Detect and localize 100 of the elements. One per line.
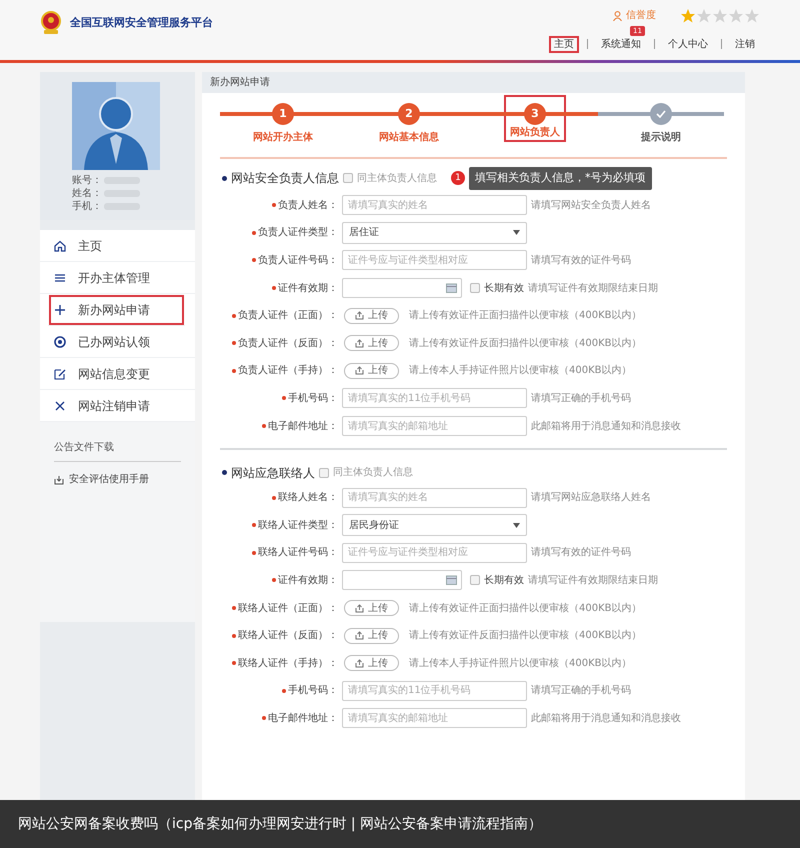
field-label: 手机号码：	[288, 684, 338, 698]
hint-text: 请填写证件有效期限结束日期	[528, 282, 658, 296]
input-field[interactable]: 请填写真实的邮箱地址	[342, 708, 527, 728]
bullet-icon	[222, 176, 227, 181]
input-field[interactable]: 请填写真实的姓名	[342, 488, 527, 508]
input-field[interactable]: 请填写真实的姓名	[342, 195, 527, 216]
input-field[interactable]: 证件号应与证件类型相对应	[342, 542, 527, 563]
field-label: 负责人证件（正面）：	[238, 308, 338, 324]
hint-text: 请填写网站安全负责人姓名	[531, 198, 651, 213]
step-circle: 3	[524, 103, 546, 125]
nav-link[interactable]: 主页	[549, 36, 579, 52]
download-icon	[54, 474, 64, 484]
upload-button[interactable]: 上传	[344, 628, 399, 644]
checkbox-label: 长期有效	[484, 282, 524, 296]
nav-link[interactable]: 注销	[730, 36, 760, 52]
section-title: 网站安全负责人信息	[231, 170, 339, 188]
calendar-icon	[446, 575, 457, 586]
field-label: 手机号码：	[288, 392, 338, 406]
calendar-icon	[446, 283, 457, 294]
input-field[interactable]: 请填写真实的11位手机号码	[342, 388, 527, 408]
upload-button[interactable]: 上传	[344, 308, 399, 324]
field-label: 账号：	[72, 174, 102, 187]
caption-banner: 网站公安网备案收费吗（icp备案如何办理网安进行时 | 网站公安备案申请流程指南）	[0, 800, 800, 848]
upload-icon	[355, 658, 364, 668]
nav-link[interactable]: 系统通知	[596, 36, 646, 52]
plus-icon	[54, 304, 66, 316]
checkbox[interactable]	[470, 283, 480, 294]
field-label: 电子邮件地址：	[268, 712, 338, 726]
step-circle: 2	[398, 103, 420, 125]
upload-button[interactable]: 上传	[344, 600, 399, 616]
checkbox-label: 同主体负责人信息	[333, 466, 413, 480]
field-label: 联络人证件号码：	[258, 546, 338, 560]
checkbox-label: 长期有效	[484, 574, 524, 588]
date-field[interactable]	[342, 278, 462, 298]
hint-text: 请上传本人手持证件照片以便审核（400KB以内）	[409, 656, 632, 671]
upload-icon	[355, 604, 364, 613]
credit-label: 信誉度	[626, 8, 656, 23]
hint-text: 请填写正确的手机号码	[531, 684, 631, 698]
upload-button[interactable]: 上传	[344, 362, 399, 379]
star-icon	[728, 8, 744, 23]
check-icon	[656, 110, 666, 118]
input-field[interactable]: 请填写真实的邮箱地址	[342, 416, 527, 436]
field-label: 手机：	[72, 200, 102, 213]
sidebar-item[interactable]: 新办网站申请	[48, 294, 185, 326]
step-circle: 1	[272, 103, 294, 125]
date-field[interactable]	[342, 570, 462, 590]
hint-text: 请上传本人手持证件照片以便审核（400KB以内）	[409, 364, 632, 378]
hint-text: 请上传有效证件正面扫描件以便审核（400KB以内）	[409, 308, 642, 324]
section-heading: 公告文件下载	[54, 440, 181, 462]
step-number-badge: 1	[451, 171, 465, 186]
upload-icon	[355, 631, 364, 640]
field-label: 联络人证件（反面）：	[238, 629, 338, 644]
checkbox-label: 同主体负责人信息	[357, 172, 437, 186]
site-title: 全国互联网安全管理服务平台	[70, 14, 213, 31]
download-link[interactable]: 安全评估使用手册	[69, 472, 149, 487]
home-icon	[54, 240, 66, 252]
hint-text: 此邮箱将用于消息通知和消息接收	[531, 420, 681, 434]
star-icon	[744, 8, 760, 23]
field-label: 负责人证件（手持）：	[238, 364, 338, 378]
input-field[interactable]: 请填写真实的11位手机号码	[342, 680, 527, 701]
hint-text: 此邮箱将用于消息通知和消息接收	[531, 712, 681, 726]
field-label: 联络人姓名：	[278, 491, 338, 506]
bullet-icon	[222, 470, 227, 476]
field-label: 姓名：	[72, 187, 102, 200]
field-label: 负责人证件（反面）：	[238, 336, 338, 351]
step-label: 网站开办主体	[252, 130, 314, 145]
edit-icon	[54, 368, 66, 380]
emblem-icon	[40, 11, 62, 35]
hint-text: 请填写网站应急联络人姓名	[531, 490, 651, 506]
step-label: 提示说明	[640, 130, 682, 145]
hint-text: 请填写有效的证件号码	[531, 546, 631, 560]
star-icon	[712, 8, 728, 23]
hint-text: 请填写正确的手机号码	[531, 392, 631, 406]
input-field[interactable]: 证件号应与证件类型相对应	[342, 250, 527, 270]
checkbox[interactable]	[319, 468, 329, 478]
star-icon	[696, 8, 712, 23]
field-label: 负责人证件号码：	[258, 254, 338, 268]
select-field[interactable]: 居住证	[342, 222, 527, 244]
hint-text: 请上传有效证件反面扫描件以便审核（400KB以内）	[409, 628, 642, 644]
upload-button[interactable]: 上传	[344, 655, 399, 672]
upload-icon	[355, 366, 364, 376]
select-value: 居民身份证	[349, 518, 399, 533]
step-label: 网站基本信息	[378, 130, 440, 145]
caret-icon	[513, 230, 520, 236]
hint-text: 请上传有效证件反面扫描件以便审核（400KB以内）	[409, 336, 642, 351]
checkbox[interactable]	[470, 575, 480, 586]
list-icon	[54, 272, 66, 284]
field-label: 负责人姓名：	[278, 198, 338, 213]
field-label: 电子邮件地址：	[268, 420, 338, 434]
upload-icon	[355, 338, 364, 348]
caret-icon	[513, 522, 520, 528]
checkbox[interactable]	[343, 173, 353, 184]
upload-button[interactable]: 上传	[344, 335, 399, 352]
panel-title: 新办网站申请	[202, 72, 745, 93]
field-label: 负责人证件类型：	[258, 226, 338, 240]
select-field[interactable]: 居民身份证	[342, 514, 527, 536]
field-label: 联络人证件（手持）：	[238, 656, 338, 671]
nav-link[interactable]: 个人中心	[663, 36, 713, 52]
person-icon	[613, 10, 622, 20]
field-label: 证件有效期：	[278, 574, 338, 588]
